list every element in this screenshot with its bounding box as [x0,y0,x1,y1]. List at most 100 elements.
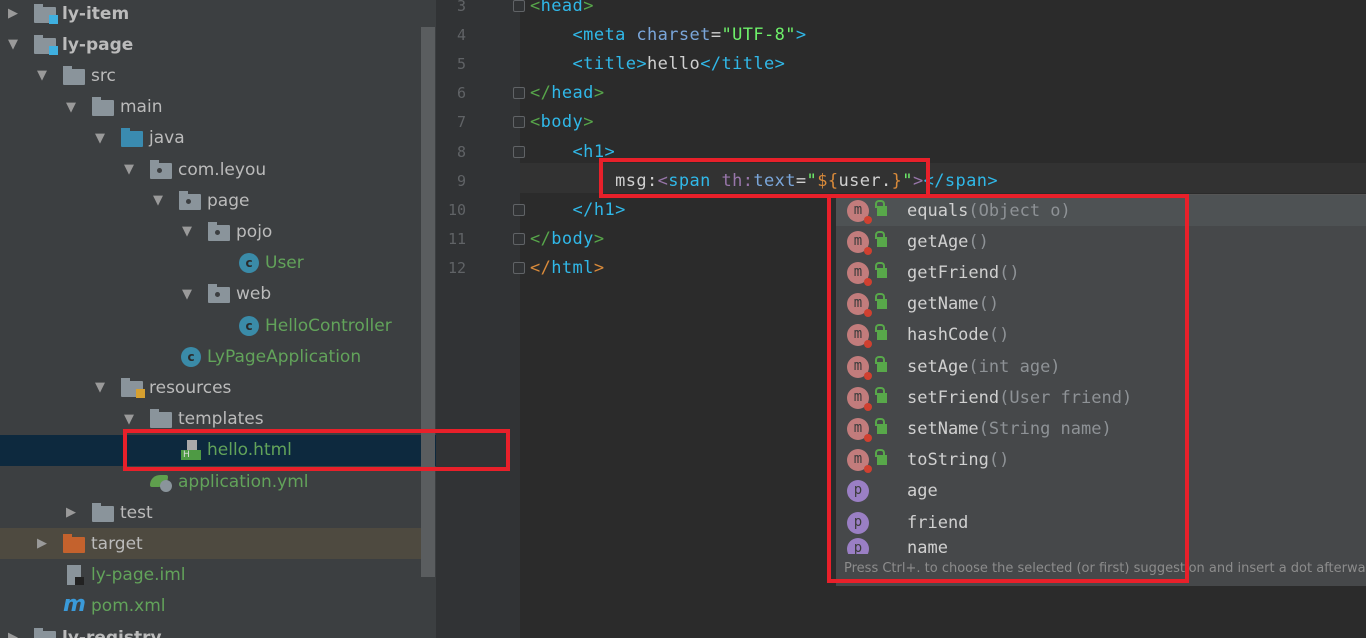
collapsed-arrow-icon[interactable]: ▶ [63,505,79,520]
fold-marker-icon[interactable] [513,116,525,129]
code-line[interactable]: <head> [530,0,594,21]
expanded-arrow-icon[interactable]: ▼ [92,380,108,395]
code-line[interactable]: <meta charset="UTF-8"> [530,21,807,50]
folder-icon [150,409,174,429]
collapsed-arrow-icon[interactable]: ▶ [5,630,21,638]
code-line[interactable]: <body> [530,108,594,137]
tree-item-label: java [149,128,185,149]
code-token: <meta [572,25,637,46]
iml-file-icon [63,565,87,586]
line-number: 3 [456,0,466,15]
module-folder-icon [34,34,58,55]
code-token: "UTF-8" [721,25,796,46]
tree-item[interactable]: ▼ src [0,60,421,91]
tree-item[interactable]: m pom.xml [0,591,421,622]
tree-item[interactable]: c LyPageApplication [0,341,421,372]
excluded-folder-icon [63,533,87,554]
maven-icon: m [63,592,86,618]
expanded-arrow-icon[interactable]: ▼ [5,37,21,52]
fold-marker-icon[interactable] [513,145,525,158]
class-icon: c [237,315,261,336]
tree-item-label: ly-page.iml [91,565,186,586]
tree-item[interactable]: ▶ test [0,497,421,528]
tree-item-label: com.leyou [178,159,267,180]
code-token: > [795,25,807,46]
project-tree-scrollbar[interactable] [421,27,435,577]
code-token: </ [530,228,552,249]
tree-item[interactable]: c HelloController [0,310,421,341]
tree-item-label: main [120,97,163,118]
code-token: > [593,257,605,278]
tree-item-label: target [91,533,143,554]
code-line[interactable]: </head> [530,79,604,108]
annotation-box-code [599,158,930,198]
expanded-arrow-icon[interactable]: ▼ [63,100,79,115]
tree-item-label: pojo [236,221,273,242]
tree-item-label: HelloController [265,315,392,336]
line-number: 5 [456,55,466,74]
fold-marker-icon[interactable] [513,87,525,100]
expanded-arrow-icon[interactable]: ▼ [121,162,137,177]
tree-item[interactable]: ▼ ly-page [0,29,421,60]
tree-item[interactable]: ▼ resources [0,372,421,403]
code-line[interactable]: </h1> [530,196,626,225]
tree-item-label: ly-item [62,3,130,24]
code-token: hello [647,54,701,75]
source-folder-icon [121,128,145,148]
code-token: </ [530,83,552,104]
expanded-arrow-icon[interactable]: ▼ [179,224,195,239]
fold-marker-icon[interactable] [513,0,525,12]
tree-item[interactable]: ▼ com.leyou [0,154,421,185]
tree-item[interactable]: c User [0,248,421,279]
tree-item[interactable]: ▼ web [0,279,421,310]
code-token: </title> [700,54,786,75]
expanded-arrow-icon[interactable]: ▼ [34,68,50,83]
tree-item-label: web [236,284,272,305]
tree-item-label: LyPageApplication [207,346,362,367]
code-line[interactable]: </body> [530,225,604,254]
code-line[interactable]: </html> [530,254,604,283]
tree-item[interactable]: ▶ ly-item [0,0,421,29]
code-token: > [593,83,605,104]
code-token: < [530,0,541,16]
tree-item-label: User [265,253,304,274]
folder-icon [63,65,87,86]
tree-item-label: ly-page [62,34,134,55]
tree-item[interactable]: ▼ page [0,185,421,216]
tree-item[interactable]: ly-page.iml [0,560,421,591]
expanded-arrow-icon[interactable]: ▼ [179,287,195,302]
line-number: 6 [456,84,466,103]
fold-marker-icon[interactable] [513,232,525,245]
expanded-arrow-icon[interactable]: ▼ [121,412,137,427]
tree-item[interactable]: ▼ java [0,123,421,154]
code-line[interactable]: <title>hello</title> [530,50,785,79]
tree-item[interactable]: ▶ ly-registry [0,622,421,638]
collapsed-arrow-icon[interactable]: ▶ [34,536,50,551]
code-token: <title> [572,54,647,75]
code-token: </h1> [572,199,626,220]
collapsed-arrow-icon[interactable]: ▶ [5,6,21,21]
package-icon [179,190,203,211]
line-number: 12 [447,258,466,277]
code-token: </ [530,257,552,278]
expanded-arrow-icon[interactable]: ▼ [150,193,166,208]
expanded-arrow-icon[interactable]: ▼ [92,131,108,146]
folder-icon [92,502,116,523]
line-number: 9 [456,171,466,190]
class-icon: c [237,253,261,274]
package-icon [150,159,174,180]
tree-item[interactable]: ▼ main [0,92,421,123]
spring-boot-class-icon: c [179,346,203,367]
tree-item[interactable]: ▼ pojo [0,216,421,247]
code-token: > [593,228,605,249]
code-token: </span> [923,170,999,191]
tree-item[interactable]: ▶ target [0,528,421,560]
tree-item-label: pom.xml [91,596,166,617]
folder-icon [92,97,116,117]
fold-marker-icon[interactable] [513,261,525,274]
code-token: > [583,0,594,16]
fold-marker-icon[interactable] [513,203,525,216]
tree-item-label: src [91,65,116,86]
